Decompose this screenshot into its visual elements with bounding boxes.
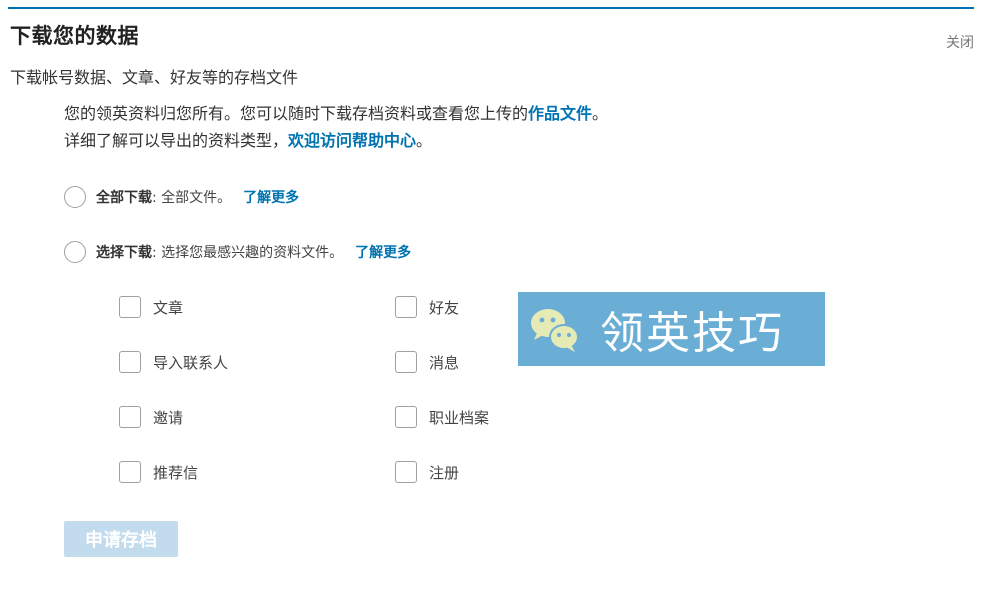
intro-line-1-text: 您的领英资料归您所有。您可以随时下载存档资料或查看您上传的 [64,104,529,123]
watermark-text: 领英技巧 [600,308,784,359]
checkbox-box[interactable] [119,351,141,373]
option-select-download[interactable]: 选择下载: 选择您最感兴趣的资料文件。 了解更多 [64,240,411,264]
option-download-all[interactable]: 全部下载: 全部文件。 了解更多 [64,185,299,209]
intro-line-2: 详细了解可以导出的资料类型，欢迎访问帮助中心。 [64,127,608,154]
request-archive-button[interactable]: 申请存档 [64,521,178,557]
checkbox-box[interactable] [119,461,141,483]
checkbox-imported-contacts[interactable]: 导入联系人 [119,350,228,374]
checkbox-label: 文章 [153,298,184,317]
learn-more-link[interactable]: 了解更多 [243,187,299,207]
help-center-link[interactable]: 欢迎访问帮助中心 [288,131,416,150]
intro-text: 您的领英资料归您所有。您可以随时下载存档资料或查看您上传的作品文件。 详细了解可… [64,100,608,154]
checkbox-box[interactable] [119,406,141,428]
intro-line-2-end: 。 [416,131,433,150]
checkbox-connections[interactable]: 好友 [395,295,459,319]
option-label: 选择下载 [96,245,152,261]
option-label: 全部下载 [96,190,152,206]
checkbox-label: 导入联系人 [153,353,229,372]
checkbox-label: 邀请 [153,408,184,427]
wechat-icon [531,309,579,352]
watermark-banner: 领英技巧 [518,292,825,366]
option-description: : 全部文件。 [152,190,232,206]
checkbox-label: 注册 [429,463,460,482]
page-title: 下载您的数据 [10,24,139,48]
intro-line-1: 您的领英资料归您所有。您可以随时下载存档资料或查看您上传的作品文件。 [64,100,608,127]
option-description: : 选择您最感兴趣的资料文件。 [152,245,344,261]
intro-line-1-end: 。 [592,104,609,123]
learn-more-link[interactable]: 了解更多 [355,242,411,262]
page-subtitle: 下载帐号数据、文章、好友等的存档文件 [10,68,299,87]
checkbox-box[interactable] [395,461,417,483]
intro-line-2-text: 详细了解可以导出的资料类型， [64,131,289,150]
radio-download-all[interactable] [64,186,86,208]
radio-select-download[interactable] [64,241,86,263]
close-link[interactable]: 关闭 [946,32,974,52]
checkbox-recommendations[interactable]: 推荐信 [119,460,198,484]
checkbox-box[interactable] [395,406,417,428]
top-divider [8,7,974,9]
checkbox-box[interactable] [395,296,417,318]
checkbox-label: 消息 [429,353,460,372]
checkbox-invitations[interactable]: 邀请 [119,405,183,429]
work-files-link[interactable]: 作品文件 [528,104,592,123]
checkbox-label: 好友 [429,298,460,317]
checkbox-label: 职业档案 [429,408,490,427]
download-data-page: 下载您的数据 关闭 下载帐号数据、文章、好友等的存档文件 您的领英资料归您所有。… [0,0,982,602]
checkbox-label: 推荐信 [153,463,199,482]
checkbox-profile[interactable]: 职业档案 [395,405,489,429]
checkbox-registration[interactable]: 注册 [395,460,459,484]
checkbox-box[interactable] [119,296,141,318]
checkbox-messages[interactable]: 消息 [395,350,459,374]
checkbox-box[interactable] [395,351,417,373]
checkbox-articles[interactable]: 文章 [119,295,183,319]
